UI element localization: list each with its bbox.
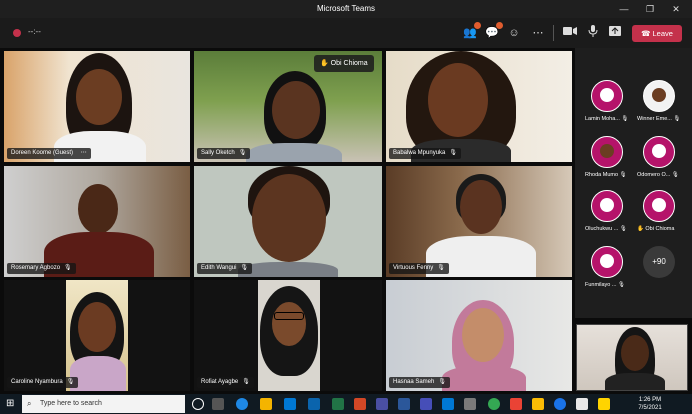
app-icon[interactable]	[510, 398, 522, 410]
app-icon[interactable]	[576, 398, 588, 410]
mic-off-icon: 🎙	[66, 379, 75, 385]
toolbar-divider	[553, 25, 554, 41]
participant-name-label: Sally Oketch 🎙	[197, 148, 251, 159]
camera-icon[interactable]	[562, 25, 578, 41]
cortana-icon[interactable]	[192, 398, 204, 410]
participants-icon[interactable]: 👥	[462, 22, 481, 41]
participant-name-label: Rofiat Ayagbe 🎙	[197, 377, 254, 388]
outlook-icon[interactable]	[308, 398, 320, 410]
avatar[interactable]	[591, 136, 623, 168]
recording-indicator-icon	[13, 29, 21, 37]
windows-start-icon[interactable]: ⊞	[6, 398, 18, 410]
mic-off-icon: 🎙	[438, 379, 446, 385]
more-participants-button[interactable]: +90	[643, 246, 675, 278]
close-window-button[interactable]: ✕	[664, 1, 688, 17]
avatar[interactable]	[591, 190, 623, 222]
mic-off-icon: 🎙	[449, 150, 457, 156]
raised-hand-badge: ✋ Obi Chioma	[314, 55, 374, 72]
video-tile[interactable]: Rosemary Agbozo 🎙	[4, 166, 190, 277]
video-tile[interactable]: Doreen Koome (Guest) ⋯	[4, 51, 190, 162]
search-icon: ⌕	[27, 399, 32, 408]
avatar[interactable]	[643, 80, 675, 112]
meeting-toolbar: --:-- 👥 💬 ☺ ⋯ ☎ Leave	[0, 18, 692, 48]
app-icon[interactable]	[464, 398, 476, 410]
participant-name-label: Doreen Koome (Guest) ⋯	[7, 148, 91, 159]
video-tile[interactable]: ✋ Obi Chioma Sally Oketch 🎙	[194, 51, 382, 162]
minimize-button[interactable]: —	[612, 1, 636, 17]
video-tile[interactable]: Caroline Nyambura 🎙	[4, 280, 190, 391]
sticky-notes-icon[interactable]	[598, 398, 610, 410]
restore-button[interactable]: ❐	[638, 1, 662, 17]
self-video-tile[interactable]	[576, 324, 688, 391]
app-icon[interactable]	[532, 398, 544, 410]
video-tile[interactable]: Edith Wangui 🎙	[194, 166, 382, 277]
taskbar-clock[interactable]: 1:26 PM 7/5/2021	[626, 396, 674, 412]
leave-button[interactable]: ☎ Leave	[632, 25, 682, 42]
participant-name-label: Rosemary Agbozo 🎙	[7, 263, 76, 274]
participant-name-label: Edith Wangui 🎙	[197, 263, 253, 274]
mic-off-icon: 🎙	[673, 116, 681, 122]
mic-off-icon: 🎙	[621, 116, 629, 122]
mic-icon[interactable]	[585, 25, 601, 41]
edge-icon[interactable]	[236, 398, 248, 410]
store-icon[interactable]	[284, 398, 296, 410]
clock-date: 7/5/2021	[638, 405, 662, 411]
chat-icon[interactable]: 💬	[484, 22, 503, 41]
windows-taskbar: ⊞ ⌕ Type here to search 1:26 PM 7/5/2021	[0, 394, 692, 414]
notification-badge	[496, 22, 503, 29]
mic-off-icon: 🎙	[619, 226, 627, 232]
participant-name-label: Virtuous Fenny 🎙	[389, 263, 449, 274]
mic-off-icon: 🎙	[240, 265, 249, 271]
mic-off-icon: 🎙	[238, 150, 247, 156]
raised-hand-icon: ✋	[637, 226, 644, 232]
participant-name-label: Hasnaa Sameh 🎙	[389, 377, 450, 388]
share-icon[interactable]	[607, 25, 623, 41]
video-tile[interactable]: Babalwa Mpunyuka 🎙	[386, 51, 572, 162]
mail-icon[interactable]	[442, 398, 454, 410]
avatar[interactable]	[643, 190, 675, 222]
mic-off-icon: 🎙	[437, 265, 445, 271]
video-tile[interactable]: Virtuous Fenny 🎙	[386, 166, 572, 277]
raised-hand-icon: ✋	[320, 60, 329, 67]
word-icon[interactable]	[398, 398, 410, 410]
title-bar: Microsoft Teams — ❐ ✕	[0, 0, 692, 18]
meeting-timer: --:--	[28, 27, 41, 36]
taskbar-search-box[interactable]: ⌕ Type here to search	[22, 395, 185, 413]
phone-hangup-icon: ☎	[641, 29, 651, 38]
powerpoint-icon[interactable]	[354, 398, 366, 410]
mic-off-icon: 🎙	[671, 172, 679, 178]
mic-off-icon: 🎙	[242, 379, 250, 385]
mic-off-icon: 🎙	[618, 282, 625, 288]
mic-off-icon: 🎙	[64, 265, 72, 271]
avatar[interactable]	[591, 246, 623, 278]
leave-label: Leave	[652, 29, 673, 38]
task-view-icon[interactable]	[212, 398, 224, 410]
teams-icon[interactable]	[420, 398, 432, 410]
excel-icon[interactable]	[332, 398, 344, 410]
app-icon[interactable]	[376, 398, 388, 410]
notification-badge	[474, 22, 481, 29]
window-title: Microsoft Teams	[316, 4, 376, 13]
video-tile[interactable]: Hasnaa Sameh 🎙	[386, 280, 572, 391]
mic-off-icon: 🎙	[619, 172, 627, 178]
avatar[interactable]	[643, 136, 675, 168]
video-tile[interactable]: Rofiat Ayagbe 🎙	[194, 280, 382, 391]
participant-name-label: Babalwa Mpunyuka 🎙	[389, 148, 461, 159]
more-icon[interactable]: ⋯	[530, 25, 546, 41]
participant-roster: Lamin Moha... 🎙 Winner Eme... 🎙 Rhoda Mu…	[575, 48, 692, 318]
clock-time: 1:26 PM	[638, 397, 662, 403]
more-options-icon: ⋯	[80, 150, 87, 156]
reactions-icon[interactable]: ☺	[506, 25, 522, 41]
participant-name-label: Caroline Nyambura 🎙	[7, 377, 79, 388]
file-explorer-icon[interactable]	[260, 398, 272, 410]
app-icon[interactable]	[554, 398, 566, 410]
avatar[interactable]	[591, 80, 623, 112]
chrome-icon[interactable]	[488, 398, 500, 410]
